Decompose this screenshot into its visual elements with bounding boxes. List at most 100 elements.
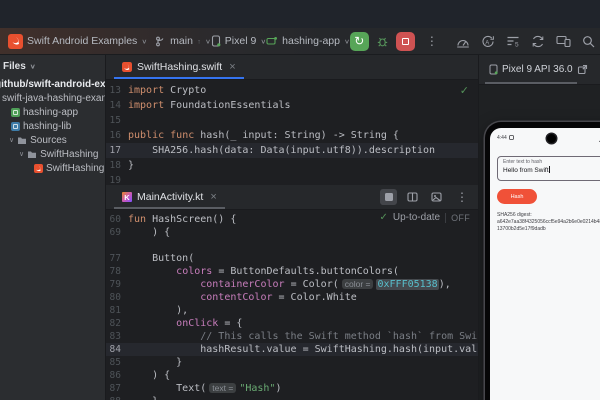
tree-item-github-swift-android-examples[interactable]: github/swift-android-examples xyxy=(0,77,105,91)
line-number: 84 xyxy=(106,344,128,355)
code-line[interactable]: 87 Text(text ="Hash") xyxy=(106,382,478,395)
code-text: Text(text ="Hash") xyxy=(128,383,281,394)
tab-swifthashing-swift[interactable]: SwiftHashing.swift × xyxy=(114,55,244,79)
inspection-ok-icon: ✓ xyxy=(460,84,469,97)
result-title: SHA256 digest: xyxy=(497,212,600,219)
profiler-icon[interactable] xyxy=(456,35,470,48)
swift-file-icon xyxy=(34,164,43,173)
editor-options-icon[interactable]: ⋮ xyxy=(452,190,472,204)
device-manager-icon[interactable] xyxy=(556,35,571,47)
line-number: 16 xyxy=(106,130,128,141)
check-icon: ✓ xyxy=(379,212,387,223)
panel-options-icon[interactable]: ⋮ xyxy=(594,63,600,77)
result-hash-line-1: a642e7aa38f4325056ccf5e94a2b6e0e0214b481… xyxy=(497,219,600,226)
code-line[interactable]: 19 xyxy=(106,173,478,185)
folder-icon xyxy=(17,136,27,145)
code-line[interactable]: 15 xyxy=(106,113,478,128)
svg-text:A: A xyxy=(485,40,489,46)
code-line[interactable]: 78 colors = ButtonDefaults.buttonColors( xyxy=(106,265,478,278)
code-line[interactable]: 81 ), xyxy=(106,304,478,317)
project-name: Swift Android Examples xyxy=(27,35,137,47)
code-line[interactable]: 13import Crypto xyxy=(106,83,478,98)
tab-pixel-9-api-36[interactable]: Pixel 9 API 36.0 xyxy=(485,55,577,84)
tree-item-swifthashing-swift[interactable]: SwiftHashing.swift xyxy=(0,161,105,175)
apply-changes-icon[interactable]: A xyxy=(481,35,495,48)
line-number: 83 xyxy=(106,331,128,342)
code-text: containerColor = Color(color =0xFFF05138… xyxy=(128,279,451,290)
rerun-button[interactable]: ↻ xyxy=(350,32,369,51)
tab-label: MainActivity.kt xyxy=(137,191,203,203)
line-number: 79 xyxy=(106,279,128,290)
tree-item-label: hashing-app xyxy=(23,107,78,118)
debug-icon[interactable] xyxy=(376,35,389,48)
open-in-window-icon[interactable] xyxy=(577,64,588,75)
text-cursor xyxy=(549,166,550,173)
tree-chevron-icon[interactable]: ∨ xyxy=(19,150,24,158)
compose-preview-status: ✓ Up-to-date OFF xyxy=(375,212,474,223)
code-line[interactable]: 86 ) { xyxy=(106,369,478,382)
tree-item-hashing-app[interactable]: hashing-app xyxy=(0,105,105,119)
code-line[interactable]: 84 hashResult.value = SwiftHashing.hash(… xyxy=(106,343,478,356)
live-edit-toggle[interactable]: OFF xyxy=(451,213,470,223)
close-icon[interactable]: × xyxy=(229,61,235,73)
stop-button[interactable] xyxy=(396,32,415,51)
run-config-icon xyxy=(266,36,278,46)
tab-mainactivity-kt[interactable]: K MainActivity.kt × xyxy=(114,185,225,209)
phone-screen[interactable]: 4:44 Enter text to hash Hello from Swift xyxy=(490,128,600,400)
code-text: onClick = { xyxy=(128,318,242,329)
more-actions-icon[interactable]: ⋮ xyxy=(422,34,442,48)
code-line[interactable]: 88 } xyxy=(106,395,478,400)
phone-icon xyxy=(211,35,221,47)
code-text: ), xyxy=(128,305,188,316)
swift-code-editor[interactable]: 13import Crypto14import FoundationEssent… xyxy=(106,80,478,185)
android-module-icon xyxy=(11,108,20,117)
code-line[interactable] xyxy=(106,239,478,252)
result-hash-line-2: 13700b2d5e17f9dadb xyxy=(497,226,600,233)
tree-item-hashing-lib[interactable]: hashing-lib xyxy=(0,119,105,133)
hash-button[interactable]: Hash xyxy=(497,189,537,204)
tree-item-swifthashing[interactable]: ∨ SwiftHashing xyxy=(0,147,105,161)
line-number: 82 xyxy=(106,318,128,329)
sync-project-icon[interactable] xyxy=(531,35,545,48)
code-line[interactable]: 16public func hash(_ input: String) -> S… xyxy=(106,128,478,143)
tree-item-label: swift-java-hashing-example xyxy=(2,93,106,104)
code-line[interactable]: 18} xyxy=(106,158,478,173)
tree-item-sources[interactable]: ∨Sources xyxy=(0,133,105,147)
code-line[interactable]: 80 contentColor = Color.White xyxy=(106,291,478,304)
kotlin-file-icon: K xyxy=(122,192,132,202)
project-icon xyxy=(8,34,23,49)
vcs-branch-selector[interactable]: main ↑ ∨ xyxy=(155,35,211,47)
code-line[interactable]: 85 } xyxy=(106,356,478,369)
code-line[interactable]: 14import FoundationEssentials xyxy=(106,98,478,113)
code-line[interactable]: 83 // This calls the Swift method `hash`… xyxy=(106,330,478,343)
code-line[interactable]: 79 containerColor = Color(color =0xFFF05… xyxy=(106,278,478,291)
hash-input-field[interactable]: Enter text to hash Hello from Swift xyxy=(497,156,600,181)
project-view-mode-selector[interactable]: Files ∨ xyxy=(0,55,105,77)
search-icon[interactable] xyxy=(582,35,595,48)
run-config-name: hashing-app xyxy=(282,35,340,47)
svg-text:5: 5 xyxy=(515,41,519,47)
device-selector[interactable]: Pixel 9 ∨ xyxy=(211,35,266,47)
camera-punch-hole xyxy=(547,134,556,143)
run-configuration-selector[interactable]: hashing-app ∨ xyxy=(266,35,350,47)
code-view-icon[interactable] xyxy=(380,189,397,205)
code-line[interactable]: 69 ) { xyxy=(106,226,478,239)
code-line[interactable]: 77 Button( xyxy=(106,252,478,265)
line-number: 81 xyxy=(106,305,128,316)
close-icon[interactable]: × xyxy=(210,191,216,203)
tree-chevron-icon[interactable]: ∨ xyxy=(9,136,14,144)
tree-item-swift-java-hashing-example[interactable]: swift-java-hashing-example xyxy=(0,91,105,105)
split-view-icon[interactable] xyxy=(404,189,421,205)
code-text: } xyxy=(128,396,158,400)
design-view-icon[interactable] xyxy=(428,189,445,205)
push-arrow-icon: ↑ xyxy=(197,37,201,44)
status-notification-icon xyxy=(509,135,514,140)
code-line[interactable]: 17 SHA256.hash(data: Data(input.utf8)).d… xyxy=(106,143,478,158)
kotlin-code-editor[interactable]: 60fun HashScreen() {69 ) {77 Button(78 c… xyxy=(106,210,478,400)
code-line[interactable]: 82 onClick = { xyxy=(106,317,478,330)
project-selector[interactable]: Swift Android Examples ∨ xyxy=(8,34,147,49)
todo-list-icon[interactable]: 5 xyxy=(506,35,520,47)
tree-item-label: SwiftHashing xyxy=(40,149,98,160)
chevron-down-icon: ∨ xyxy=(205,37,211,44)
code-text: import FoundationEssentials xyxy=(128,100,291,111)
